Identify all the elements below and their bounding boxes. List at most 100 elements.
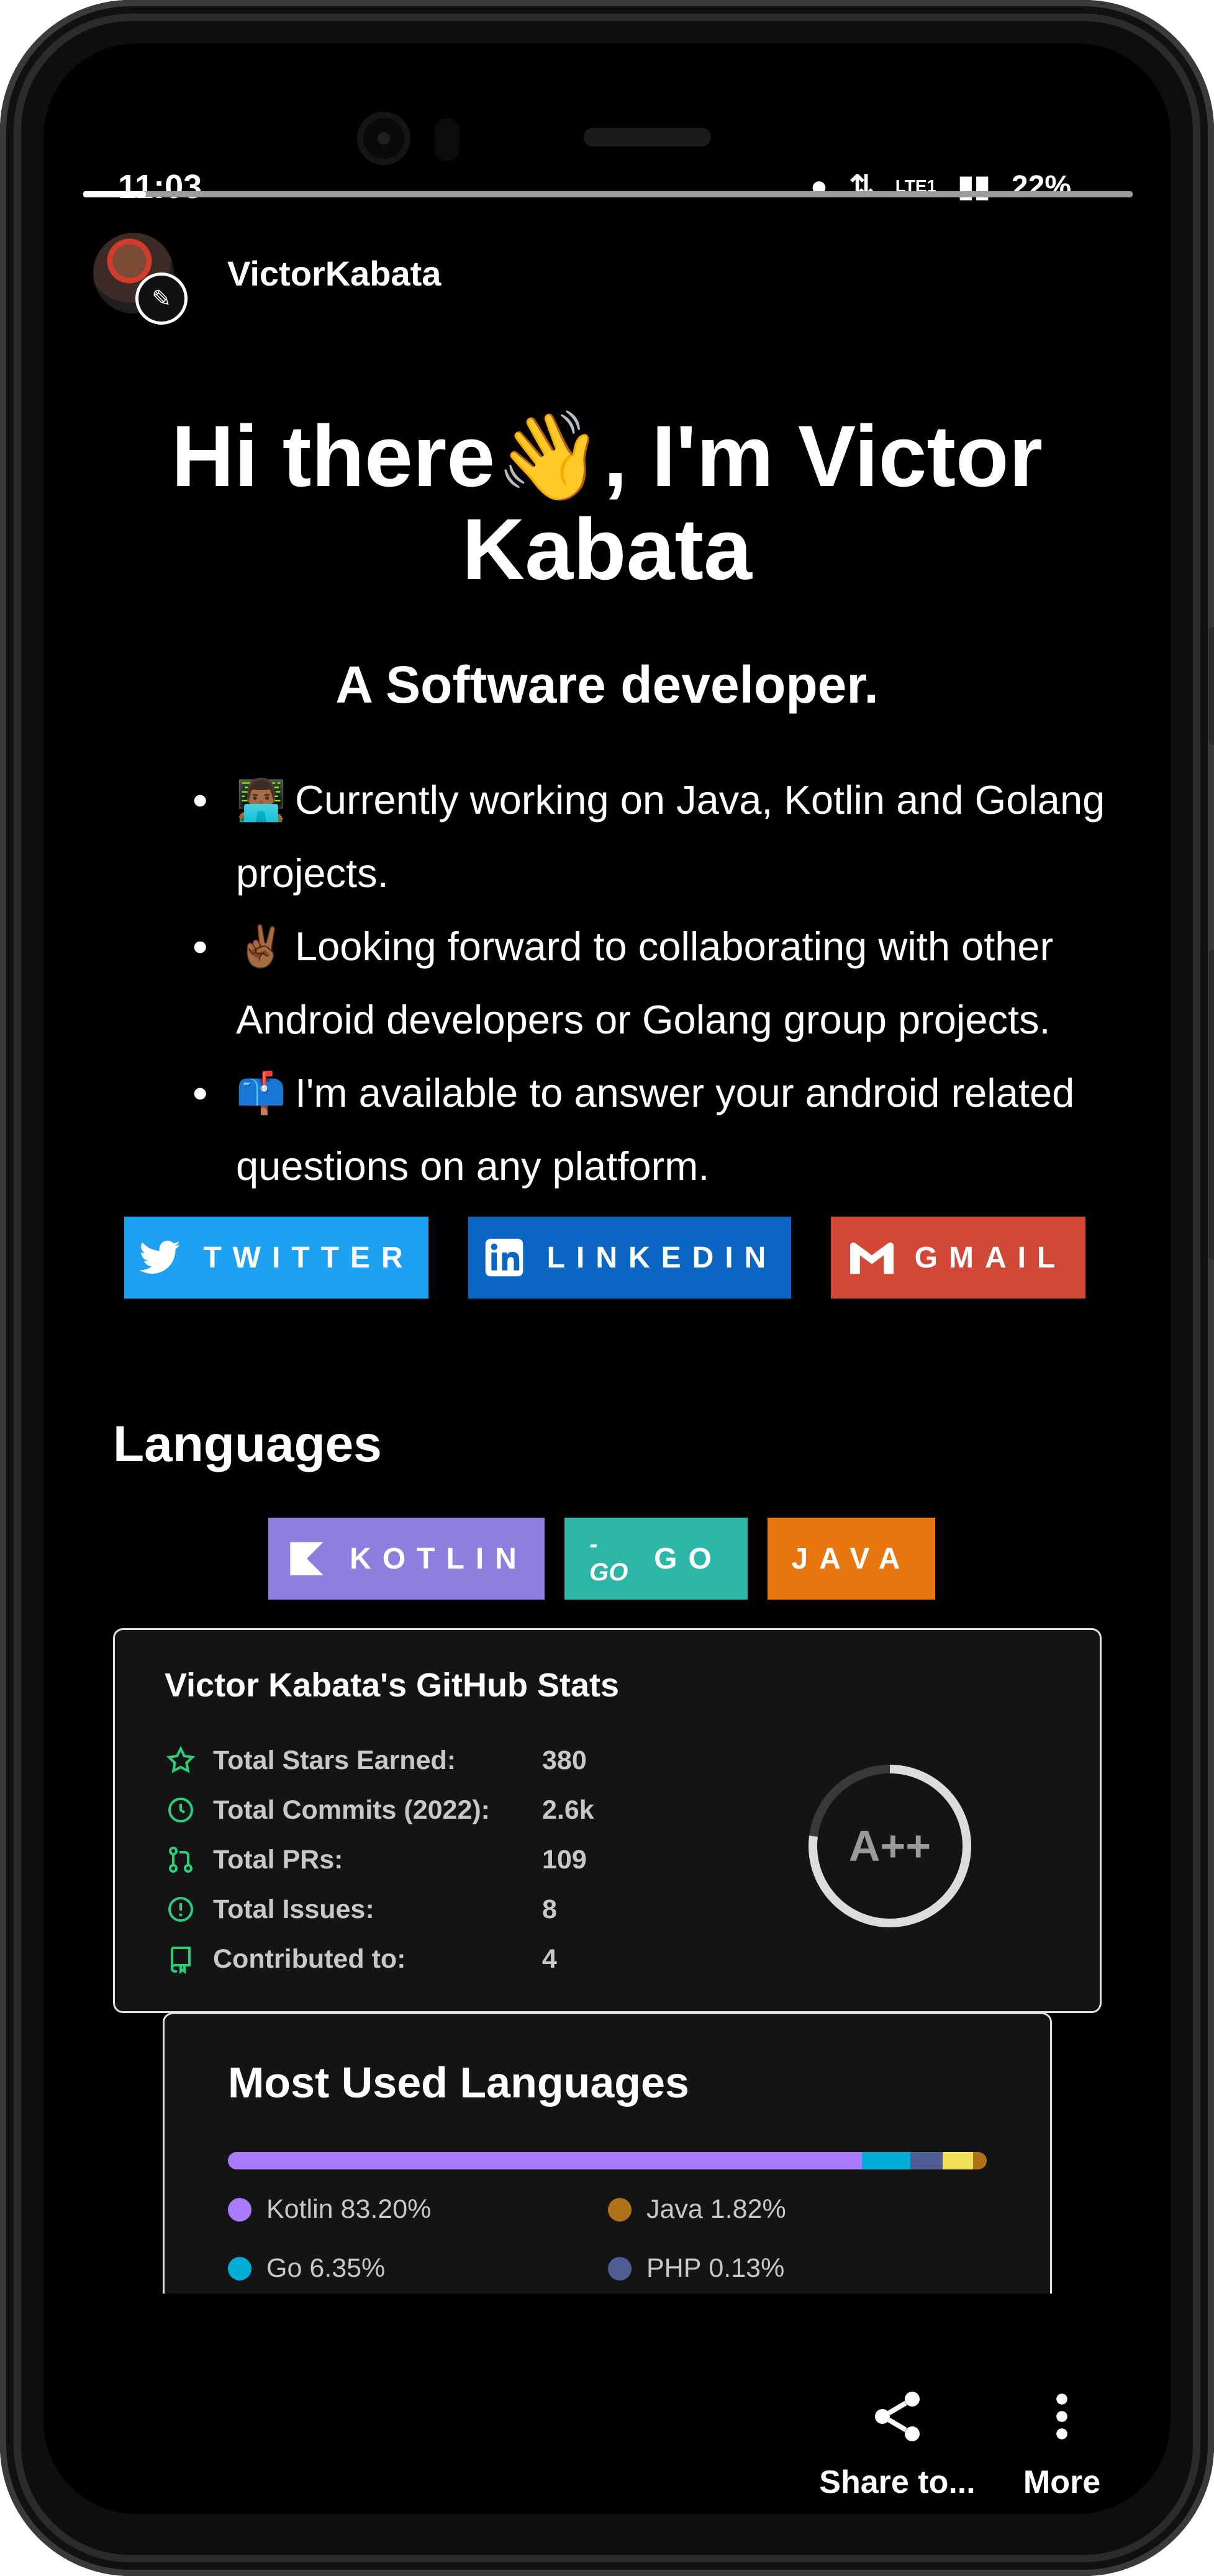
legend-dot [608, 2256, 632, 2281]
readme-bullet-list: 👨🏾‍💻Currently working on Java, Kotlin an… [193, 763, 1136, 1203]
java-badge[interactable]: JAVA [768, 1518, 935, 1600]
twitter-icon [138, 1236, 182, 1279]
bullet-text-3: I'm available to answer your android rel… [236, 1070, 1075, 1189]
legend-percent: 6.35% [309, 2253, 386, 2283]
power-button [1209, 627, 1214, 745]
more-button[interactable]: More [1015, 2387, 1108, 2501]
legend-dot [608, 2197, 632, 2222]
screen: 11:03 ● ⇅ LTE1 ▮▮ 22% ✎ VictorKabata Hi … [43, 43, 1171, 2514]
gmail-badge[interactable]: GMAIL [831, 1217, 1085, 1299]
phone-frame: 11:03 ● ⇅ LTE1 ▮▮ 22% ✎ VictorKabata Hi … [0, 0, 1214, 2576]
stats-card-title: Victor Kabata's GitHub Stats [165, 1667, 620, 1704]
linkedin-icon [482, 1236, 526, 1279]
bullet-text-2: Looking forward to collaborating with ot… [236, 924, 1054, 1042]
pull-request-icon [163, 1842, 198, 1877]
stat-value: 2.6k [542, 1795, 594, 1825]
legend-name: PHP [646, 2253, 702, 2283]
stat-label: Total PRs: [213, 1844, 343, 1875]
social-badges: TWITTER LINKEDIN GMAIL [124, 1217, 1093, 1299]
github-profile-screen: 11:03 ● ⇅ LTE1 ▮▮ 22% ✎ VictorKabata Hi … [43, 43, 1171, 2514]
victory-hand-emoji-icon: ✌🏾 [236, 924, 286, 969]
grade-ring: A++ [804, 1760, 976, 1932]
bullet-item-2: ✌🏾Looking forward to collaborating with … [193, 910, 1136, 1056]
gmail-icon [849, 1236, 894, 1279]
avatar-button[interactable]: ✎ [93, 233, 188, 325]
data-transfer-icon: ⇅ [849, 170, 874, 203]
bottom-action-bar: Share to... More [43, 2294, 1171, 2514]
more-button-label: More [1023, 2464, 1101, 2500]
signal-icon: ▮▮ [958, 170, 990, 203]
grade-label: A++ [848, 1822, 931, 1870]
notification-icon: ● [810, 169, 828, 203]
legend-dot [228, 2197, 251, 2222]
language-bar-segment [228, 2152, 863, 2169]
stat-label: Total Issues: [213, 1894, 374, 1924]
stat-row-issues: Total Issues: 8 [163, 1885, 660, 1934]
kotlin-badge-label: KOTLIN [350, 1542, 528, 1575]
languages-heading: Languages [113, 1416, 382, 1472]
stat-row-stars: Total Stars Earned: 380 [163, 1736, 660, 1785]
go-badge-label: GO [654, 1542, 723, 1575]
page-load-progress-fill [83, 191, 147, 197]
legend-item-php: PHP 0.13% [608, 2253, 784, 2284]
legend-name: Java [646, 2194, 703, 2224]
go-icon: -GO [589, 1531, 628, 1586]
repo-icon [163, 1942, 198, 1976]
share-icon [875, 2392, 920, 2441]
volume-button [1209, 950, 1214, 1260]
bullet-item-3: 📫I'm available to answer your android re… [193, 1056, 1136, 1203]
kotlin-icon [285, 1537, 328, 1580]
stat-value: 380 [542, 1745, 587, 1775]
edit-pencil-icon[interactable]: ✎ [135, 272, 188, 325]
status-time: 11:03 [118, 168, 202, 205]
stat-label: Contributed to: [213, 1943, 406, 1974]
stat-row-commits: Total Commits (2022): 2.6k [163, 1785, 660, 1835]
earpiece-speaker [584, 128, 711, 146]
bullet-text-1: Currently working on Java, Kotlin and Go… [236, 777, 1105, 896]
status-icons: ● ⇅ LTE1 ▮▮ 22% [810, 169, 1071, 204]
profile-username[interactable]: VictorKabata [227, 253, 441, 294]
legend-name: Go [266, 2253, 302, 2283]
legend-percent: 1.82% [710, 2194, 786, 2224]
legend-item-java: Java 1.82% [608, 2194, 786, 2225]
linkedin-badge[interactable]: LINKEDIN [468, 1217, 791, 1299]
legend-item-kotlin: Kotlin 83.20% [228, 2194, 431, 2225]
stat-row-contributed: Contributed to: 4 [163, 1934, 660, 1984]
stat-label: Total Stars Earned: [213, 1745, 456, 1775]
stats-list: Total Stars Earned: 380 Total Commits (2… [163, 1736, 660, 1984]
history-icon [163, 1793, 198, 1827]
more-vertical-icon [1056, 2394, 1067, 2439]
stat-value: 8 [542, 1894, 557, 1924]
readme-heading: Hi there👋, I'm Victor Kabata [171, 407, 1043, 598]
language-usage-bar [228, 2152, 987, 2169]
stat-label: Total Commits (2022): [213, 1795, 490, 1825]
stat-row-prs: Total PRs: 109 [163, 1835, 660, 1885]
language-bar-segment [910, 2152, 943, 2169]
stat-value: 109 [542, 1844, 587, 1875]
kotlin-badge[interactable]: KOTLIN [268, 1518, 545, 1600]
share-button-label: Share to... [819, 2464, 976, 2500]
battery-level: 22% [1011, 169, 1071, 203]
twitter-badge-label: TWITTER [203, 1241, 414, 1274]
linkedin-badge-label: LINKEDIN [546, 1241, 777, 1274]
language-bar-segment [862, 2152, 911, 2169]
gmail-badge-label: GMAIL [914, 1241, 1067, 1274]
page-load-progress [83, 191, 1133, 197]
star-icon [163, 1743, 198, 1778]
java-badge-label: JAVA [791, 1542, 912, 1575]
twitter-badge[interactable]: TWITTER [124, 1217, 428, 1299]
stat-value: 4 [542, 1943, 557, 1974]
language-bar-segment [972, 2152, 987, 2169]
legend-dot [228, 2256, 251, 2281]
language-bar-segment [942, 2152, 973, 2169]
readme-subheading: A Software developer. [335, 655, 879, 714]
issue-icon [163, 1892, 198, 1927]
go-badge[interactable]: -GO GO [564, 1518, 748, 1600]
github-stats-card: Victor Kabata's GitHub Stats Total Stars… [113, 1628, 1102, 2013]
technologist-emoji-icon: 👨🏾‍💻 [236, 777, 286, 822]
share-button[interactable]: Share to... [817, 2387, 978, 2501]
most-used-languages-title: Most Used Languages [228, 2058, 689, 2107]
legend-item-go: Go 6.35% [228, 2253, 385, 2284]
bullet-item-1: 👨🏾‍💻Currently working on Java, Kotlin an… [193, 763, 1136, 910]
status-bar: 11:03 ● ⇅ LTE1 ▮▮ 22% [43, 155, 1171, 211]
